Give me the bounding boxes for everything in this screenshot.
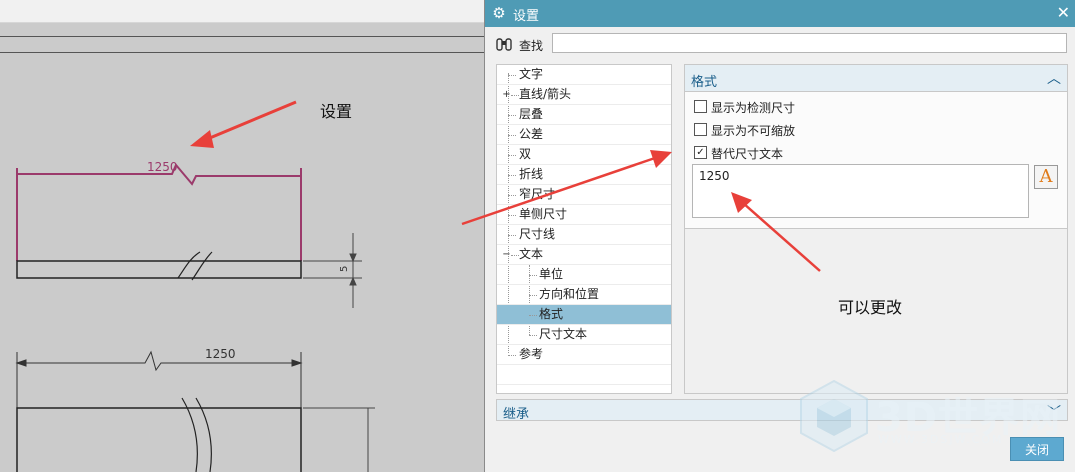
checkmark-icon[interactable]: ✓ [694,146,707,159]
annotation-setting: 设置 [320,102,353,121]
format-panel-title: 格式 [691,75,718,90]
collapse-icon[interactable]: − [502,250,511,260]
tree-item-dim-text[interactable]: 尺寸文本 [497,325,671,345]
expand-icon[interactable]: + [502,90,511,100]
override-text-field[interactable]: 1250 [692,164,1029,218]
tree-item-text-style[interactable]: 文字 [497,65,671,85]
search-label: 查找 [519,39,544,53]
tree-item-text[interactable]: − 文本 [497,245,671,265]
dimension-top-highlighted [16,163,302,261]
tree-item-format[interactable]: 格式 [497,305,671,325]
annotation-modify: 可以更改 [838,298,903,317]
checkbox-box[interactable] [694,123,707,136]
tree-item-dim-line[interactable]: 尺寸线 [497,225,671,245]
cad-canvas[interactable]: 1250 5 1250 设置 [0,0,484,472]
tree-item-narrow-dim[interactable]: 窄尺寸 [497,185,671,205]
cad-drawing: 1250 5 1250 [15,160,375,472]
tree-item-single-side[interactable]: 单侧尺寸 [497,205,671,225]
watermark: 3D世界网 WWW.3DSJW.COM [795,377,1065,457]
chevron-up-icon[interactable]: ︿ [1047,68,1061,88]
inherit-label: 继承 [503,407,530,422]
part-body [16,397,375,472]
format-panel-body: 显示为检测尺寸 显示为不可缩放 ✓ 替代尺寸文本 1250 A [685,92,1067,229]
settings-tree: 文字 + 直线/箭头 层叠 公差 双 折线 窄尺寸 单侧尺寸 尺寸线 − 文本 单位… [496,64,672,394]
tree-item-line-arrow[interactable]: + 直线/箭头 [497,85,671,105]
part-plate [16,251,302,281]
close-icon[interactable]: ✕ [1057,3,1070,22]
dimension-bottom-value: 1250 [205,347,236,361]
dimension-side-value: 5 [339,266,350,272]
dimension-top-value: 1250 [147,160,178,174]
dimension-side [303,233,362,308]
binoculars-icon [495,35,513,53]
dimension-bottom [15,350,303,410]
search-input[interactable] [552,33,1067,53]
watermark-url: WWW.3DSJW.COM [878,433,1004,446]
checkbox-box[interactable] [694,100,707,113]
gear-icon: ⚙ [492,4,506,22]
text-style-button[interactable]: A [1034,165,1058,189]
format-panel-header[interactable]: 格式 ︿ [685,65,1067,92]
tree-item-units[interactable]: 单位 [497,265,671,285]
tree-item-empty [497,365,671,385]
dialog-title: 设置 [513,9,540,24]
tree-item-tolerance[interactable]: 公差 [497,125,671,145]
tree-item-break-line[interactable]: 折线 [497,165,671,185]
tree-item-dual[interactable]: 双 [497,145,671,165]
tree-item-stack[interactable]: 层叠 [497,105,671,125]
tree-item-orientation[interactable]: 方向和位置 [497,285,671,305]
cube-logo-icon [800,379,868,453]
tree-item-reference[interactable]: 参考 [497,345,671,365]
format-panel: 格式 ︿ 显示为检测尺寸 显示为不可缩放 ✓ 替代尺寸文本 1250 A [684,64,1068,394]
dialog-titlebar[interactable]: ⚙ 设置 ✕ [485,0,1075,27]
